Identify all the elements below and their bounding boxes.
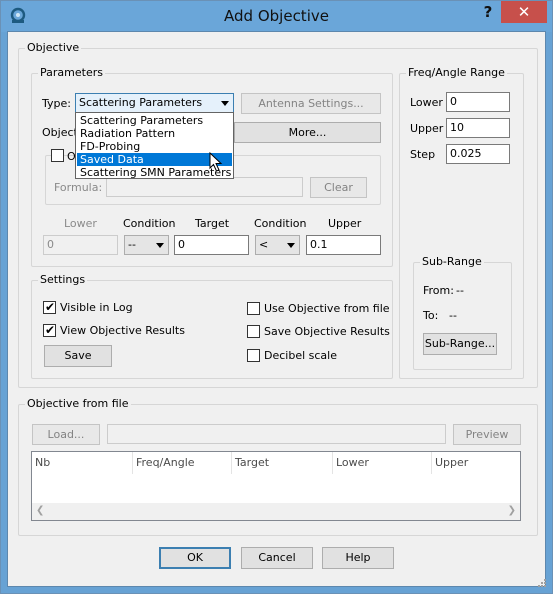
condition-select-2-value: < bbox=[259, 238, 269, 251]
help-button[interactable]: Help bbox=[322, 547, 394, 569]
condition-select-1[interactable]: -- bbox=[124, 235, 169, 255]
resize-grip-icon[interactable] bbox=[536, 577, 546, 587]
type-option[interactable]: Radiation Pattern bbox=[77, 127, 232, 140]
column-header-freq-angle[interactable]: Freq/Angle bbox=[133, 452, 232, 474]
preview-button[interactable]: Preview bbox=[453, 424, 521, 445]
upper-header: Upper bbox=[328, 217, 362, 230]
column-header-target[interactable]: Target bbox=[232, 452, 333, 474]
decibel-checkbox[interactable] bbox=[247, 349, 260, 362]
lower-header: Lower bbox=[64, 217, 97, 230]
column-header-upper[interactable]: Upper bbox=[432, 452, 520, 474]
sub-range-to-label: To: bbox=[423, 309, 439, 322]
target-header: Target bbox=[195, 217, 230, 230]
condition-header-2: Condition bbox=[254, 217, 307, 230]
antenna-settings-button[interactable]: Antenna Settings... bbox=[241, 93, 381, 114]
condition-select-1-value: -- bbox=[128, 238, 136, 251]
range-upper-input[interactable]: 10 bbox=[446, 118, 510, 138]
range-lower-label: Lower bbox=[410, 96, 443, 109]
lower-input[interactable]: 0 bbox=[43, 235, 118, 255]
column-header-nb[interactable]: Nb bbox=[32, 452, 133, 474]
type-label: Type: bbox=[42, 97, 71, 110]
formula-input[interactable] bbox=[106, 177, 303, 197]
objective-group-label: Objective bbox=[25, 41, 82, 54]
view-results-label: View Objective Results bbox=[60, 324, 185, 337]
ok-button[interactable]: OK bbox=[159, 547, 231, 569]
parameters-group-label: Parameters bbox=[38, 66, 105, 79]
save-button[interactable]: Save bbox=[44, 345, 112, 367]
use-from-file-checkbox[interactable] bbox=[247, 302, 260, 315]
scroll-right-icon[interactable]: ❯ bbox=[508, 505, 516, 516]
sub-range-to-value: -- bbox=[449, 309, 457, 322]
title-bar[interactable]: Add Objective ? ✕ bbox=[1, 1, 552, 32]
save-results-checkbox[interactable] bbox=[247, 325, 260, 338]
file-path-input[interactable] bbox=[107, 424, 446, 444]
upper-input[interactable]: 0.1 bbox=[306, 235, 381, 255]
sub-range-from-value: -- bbox=[456, 284, 464, 297]
sub-range-group-label: Sub-Range bbox=[420, 255, 484, 268]
freq-range-group-label: Freq/Angle Range bbox=[406, 66, 507, 79]
chevron-down-icon bbox=[287, 243, 295, 248]
horizontal-scrollbar[interactable]: ❮ ❯ bbox=[32, 503, 520, 520]
objective-file-table[interactable]: Nb Freq/Angle Target Lower Upper ❮ ❯ bbox=[31, 451, 521, 521]
chevron-down-icon bbox=[221, 101, 229, 106]
visible-in-log-checkbox[interactable]: ✔ bbox=[43, 300, 56, 314]
range-upper-label: Upper bbox=[410, 122, 444, 135]
help-icon[interactable]: ? bbox=[480, 3, 496, 23]
chevron-down-icon bbox=[156, 243, 164, 248]
settings-group-label: Settings bbox=[38, 273, 88, 286]
visible-in-log-label: Visible in Log bbox=[60, 301, 133, 314]
type-select-value: Scattering Parameters bbox=[79, 96, 203, 109]
type-select[interactable]: Scattering Parameters bbox=[75, 93, 234, 113]
check-icon: ✔ bbox=[44, 323, 56, 337]
condition-select-2[interactable]: < bbox=[255, 235, 300, 255]
mouse-pointer-icon bbox=[209, 152, 223, 172]
condition-header-1: Condition bbox=[123, 217, 176, 230]
close-button[interactable]: ✕ bbox=[501, 1, 547, 23]
objective-checkbox[interactable] bbox=[51, 149, 64, 162]
target-input[interactable]: 0 bbox=[174, 235, 249, 255]
check-icon: ✔ bbox=[44, 300, 56, 314]
range-step-label: Step bbox=[410, 148, 436, 161]
cancel-button[interactable]: Cancel bbox=[241, 547, 313, 569]
window-title: Add Objective bbox=[224, 7, 329, 25]
range-step-input[interactable]: 0.025 bbox=[446, 144, 510, 164]
use-from-file-label: Use Objective from file bbox=[264, 302, 390, 315]
formula-label: Formula: bbox=[54, 181, 103, 194]
decibel-label: Decibel scale bbox=[264, 349, 337, 362]
more-button[interactable]: More... bbox=[234, 122, 381, 143]
from-file-group-label: Objective from file bbox=[25, 397, 131, 410]
sub-range-from-label: From: bbox=[423, 284, 454, 297]
column-header-lower[interactable]: Lower bbox=[333, 452, 432, 474]
type-option[interactable]: Scattering Parameters bbox=[77, 114, 232, 127]
load-button[interactable]: Load... bbox=[32, 424, 100, 445]
clear-button[interactable]: Clear bbox=[310, 177, 367, 198]
view-results-checkbox[interactable]: ✔ bbox=[43, 323, 56, 337]
scroll-left-icon[interactable]: ❮ bbox=[36, 505, 44, 516]
sub-range-button[interactable]: Sub-Range... bbox=[423, 333, 497, 355]
save-results-label: Save Objective Results bbox=[264, 325, 390, 338]
range-lower-input[interactable]: 0 bbox=[446, 92, 510, 112]
